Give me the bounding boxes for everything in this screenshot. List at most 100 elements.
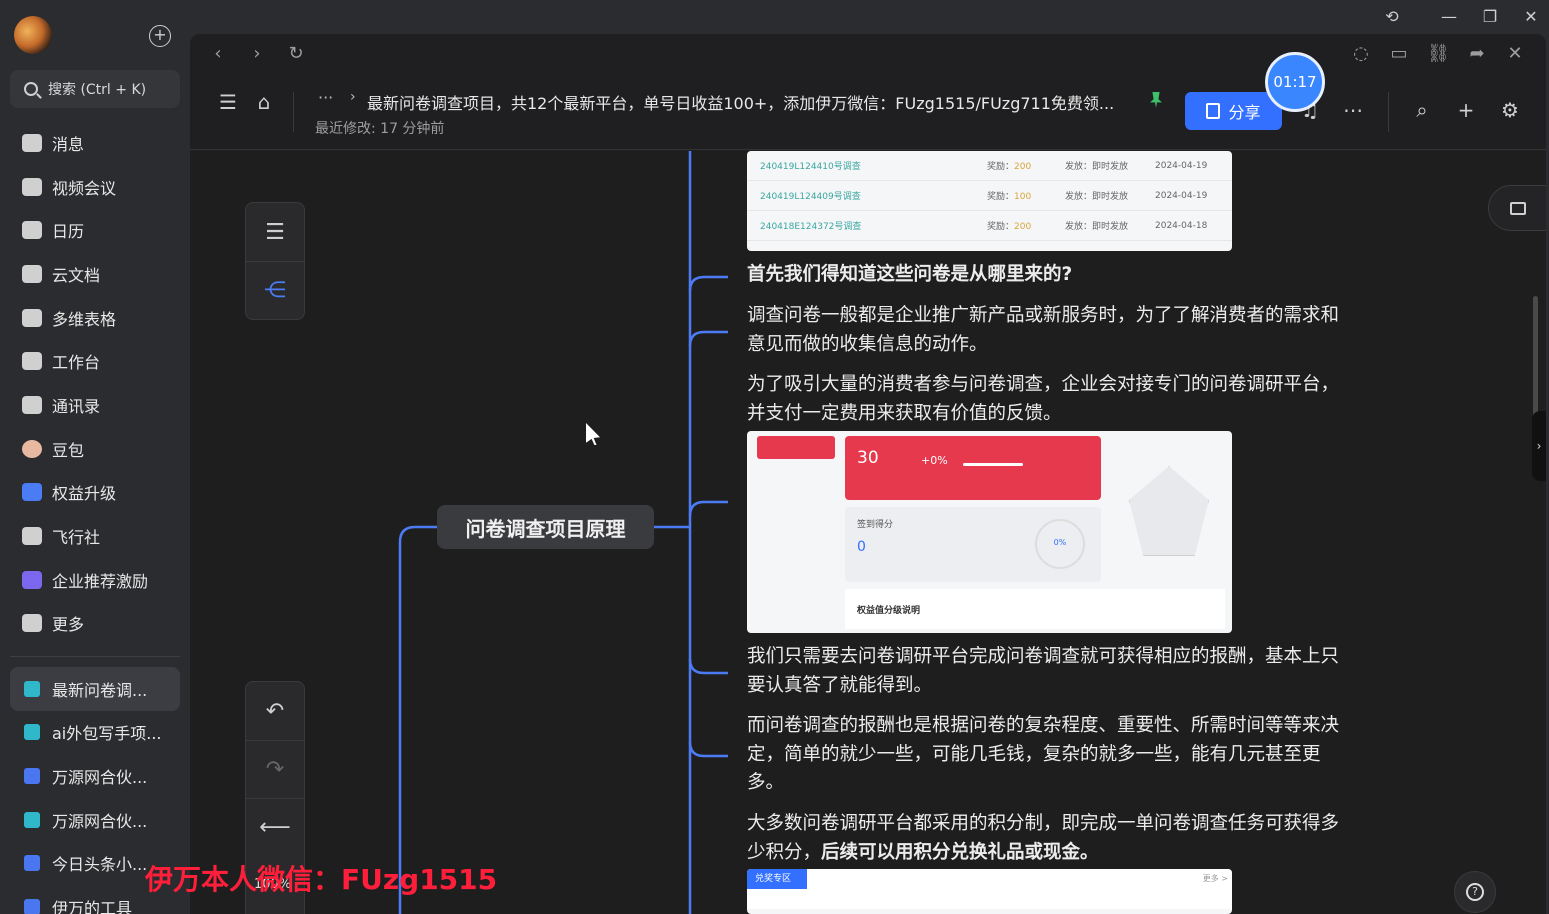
comment-icon[interactable]: ◌	[1350, 43, 1372, 65]
recording-timer[interactable]: 01:17	[1265, 52, 1325, 112]
sidebar: + 搜索 (Ctrl + K) 消息 视频会议 日历 云文档 多维表格 工作台 …	[0, 0, 190, 914]
chevron-right-icon: ›	[350, 89, 356, 105]
sidebar-item-label: 云文档	[52, 265, 101, 285]
recent-doc-label: 万源网合伙...	[52, 767, 148, 787]
search-label: 搜索 (Ctrl + K)	[48, 82, 147, 98]
user-icon	[22, 570, 42, 589]
sidebar-item-feixingshe[interactable]: 飞行社	[10, 514, 180, 558]
sidebar-item-cloud-docs[interactable]: 云文档	[10, 252, 180, 296]
help-button[interactable]: ?	[1454, 871, 1496, 913]
minimize-button[interactable]: —	[1438, 6, 1460, 28]
node-heading[interactable]: 首先我们得知道这些问卷是从哪里来的?	[747, 261, 1357, 290]
page-title[interactable]: 最新问卷调查项目，共12个最新平台，单号日收益100+，添加伊万微信：FUzg1…	[367, 90, 1137, 114]
avatar[interactable]	[14, 16, 52, 54]
comments-button[interactable]	[1488, 185, 1546, 231]
refresh-icon[interactable]: ↻	[285, 43, 307, 65]
outline-icon[interactable]: ☰	[246, 203, 304, 261]
node-text[interactable]: 我们只需要去问卷调研平台完成问卷调查就可获得相应的报酬，基本上只要认真答了就能得…	[747, 643, 1357, 700]
recent-doc-item[interactable]: 万源网合伙...	[10, 798, 180, 842]
main-window: ‹ › ↻ ◌ ▭ ⛓ ➦ ✕ ☰ ⌂ ··· › 最新问卷调查项目，共12个最…	[190, 34, 1546, 914]
breadcrumb-more[interactable]: ···	[318, 88, 333, 107]
sidebar-item-video-meeting[interactable]: 视频会议	[10, 165, 180, 209]
share-button[interactable]: 分享	[1185, 92, 1282, 130]
sidebar-item-messages[interactable]: 消息	[10, 121, 180, 165]
sidebar-item-label: 通讯录	[52, 396, 101, 416]
recent-doc-item[interactable]: 万源网合伙...	[10, 754, 180, 798]
more-icon[interactable]: ⋯	[1341, 98, 1365, 122]
dashboard-summary: 30 +0%	[845, 436, 1101, 500]
reward-zone-image: 兑奖专区 更多 >	[747, 869, 1232, 914]
doubao-icon	[22, 439, 42, 458]
share-label: 分享	[1228, 103, 1261, 122]
recent-doc-item[interactable]: ai外包写手项...	[10, 711, 180, 755]
forward-share-icon[interactable]: ➦	[1466, 43, 1488, 65]
root-node[interactable]: 问卷调查项目原理	[437, 505, 654, 549]
sidebar-item-label: 飞行社	[52, 528, 101, 548]
search-input[interactable]: 搜索 (Ctrl + K)	[10, 70, 180, 108]
dashboard-radar	[1109, 436, 1227, 582]
survey-list-image: 240419L124410号调查 奖励：200 发放：即时发放 2024-04-…	[747, 151, 1232, 251]
sidebar-item-contacts[interactable]: 通讯录	[10, 383, 180, 427]
reward-zone-more: 更多 >	[1202, 874, 1228, 883]
mindmap-canvas[interactable]: ☰ ⋲ ↶ ↷ ⟵ 100% 问卷调查项目原理 240419L124410号调查…	[190, 151, 1546, 914]
sidebar-item-label: 日历	[52, 222, 85, 242]
add-circle-icon[interactable]: +	[149, 25, 171, 47]
pin-icon[interactable]	[1150, 92, 1162, 108]
table-row: 240419L124410号调查 奖励：200 发放：即时发放 2024-04-…	[747, 151, 1232, 181]
help-icon: ?	[1466, 883, 1484, 901]
document-icon	[24, 767, 40, 784]
redo-icon[interactable]: ↷	[246, 740, 304, 798]
platform-dashboard-image: 30 +0% 签到得分 0 0% 权益值分级说明	[747, 431, 1232, 633]
share-doc-icon	[1206, 103, 1221, 119]
forward-icon[interactable]: ›	[246, 43, 268, 65]
node-text[interactable]: 大多数问卷调研平台都采用的积分制，即完成一单问卷调查任务可获得多少积分，后续可以…	[747, 810, 1357, 867]
sidebar-item-label: 权益升级	[52, 484, 117, 504]
recent-doc-label: 最新问卷调...	[52, 680, 148, 700]
last-modified: 最近修改: 17 分钟前	[315, 121, 445, 137]
view-toolbar: ☰ ⋲	[245, 202, 305, 320]
sidebar-item-workplace[interactable]: 工作台	[10, 339, 180, 383]
header-divider	[293, 92, 294, 132]
sidebar-item-label: 视频会议	[52, 178, 117, 198]
gear-icon[interactable]: ⚙	[1498, 98, 1522, 122]
recent-doc-label: 万源网合伙...	[52, 811, 148, 831]
window-icon[interactable]: ▭	[1388, 43, 1410, 65]
search-icon	[24, 82, 38, 96]
reward-zone-tag: 兑奖专区	[747, 869, 807, 889]
node-text[interactable]: 而问卷调查的报酬也是根据问卷的复杂程度、重要性、所需时间等等来决定，简单的就少一…	[747, 712, 1357, 798]
node-text[interactable]: 为了吸引大量的消费者参与问卷调查，企业会对接专门的问卷调研平台，并支付一定费用来…	[747, 371, 1357, 428]
close-window-button[interactable]: ✕	[1520, 6, 1542, 28]
sidebar-item-doubao[interactable]: 豆包	[10, 427, 180, 471]
doc-header: ☰ ⌂ ··· › 最新问卷调查项目，共12个最新平台，单号日收益100+，添加…	[190, 78, 1546, 150]
node-text[interactable]: 调查问卷一般都是企业推广新产品或新服务时，为了了解消费者的需求和意见而做的收集信…	[747, 302, 1357, 359]
sidebar-item-referral[interactable]: 企业推荐激励	[10, 558, 180, 602]
collapse-icon[interactable]: ⟵	[246, 798, 304, 856]
dashboard-footer: 权益值分级说明	[845, 589, 1225, 629]
contacts-icon	[22, 395, 42, 414]
sidebar-item-upgrade[interactable]: 权益升级	[10, 471, 180, 515]
sidebar-item-calendar[interactable]: 日历	[10, 208, 180, 252]
sidebar-item-label: 更多	[52, 615, 85, 635]
plus-icon[interactable]: +	[1454, 98, 1478, 122]
search-icon[interactable]: ⌕	[1410, 98, 1434, 122]
history-icon[interactable]: ⟲	[1381, 6, 1403, 28]
recent-doc-item[interactable]: 最新问卷调...	[10, 667, 180, 711]
link-icon[interactable]: ⛓	[1427, 43, 1450, 65]
browser-toolbar: ‹ › ↻ ◌ ▭ ⛓ ➦ ✕	[190, 34, 1546, 74]
restore-button[interactable]: ❐	[1479, 6, 1501, 28]
undo-icon[interactable]: ↶	[246, 682, 304, 740]
mindnote-icon	[24, 811, 40, 828]
close-tab-icon[interactable]: ✕	[1504, 43, 1526, 65]
back-icon[interactable]: ‹	[207, 43, 229, 65]
outline-toggle-icon[interactable]: ☰	[216, 90, 240, 114]
expand-panel-button[interactable]: ›	[1532, 411, 1546, 481]
dashboard-sidebar	[757, 436, 835, 626]
calendar-icon	[22, 221, 42, 240]
sidebar-item-label: 企业推荐激励	[52, 571, 149, 591]
mindmap-structure-icon[interactable]: ⋲	[246, 261, 304, 319]
sidebar-item-label: 豆包	[52, 440, 85, 460]
sidebar-item-base[interactable]: 多维表格	[10, 296, 180, 340]
recent-doc-label: 今日头条小...	[52, 855, 148, 875]
home-icon[interactable]: ⌂	[252, 90, 276, 114]
sidebar-item-more[interactable]: 更多	[10, 602, 180, 646]
